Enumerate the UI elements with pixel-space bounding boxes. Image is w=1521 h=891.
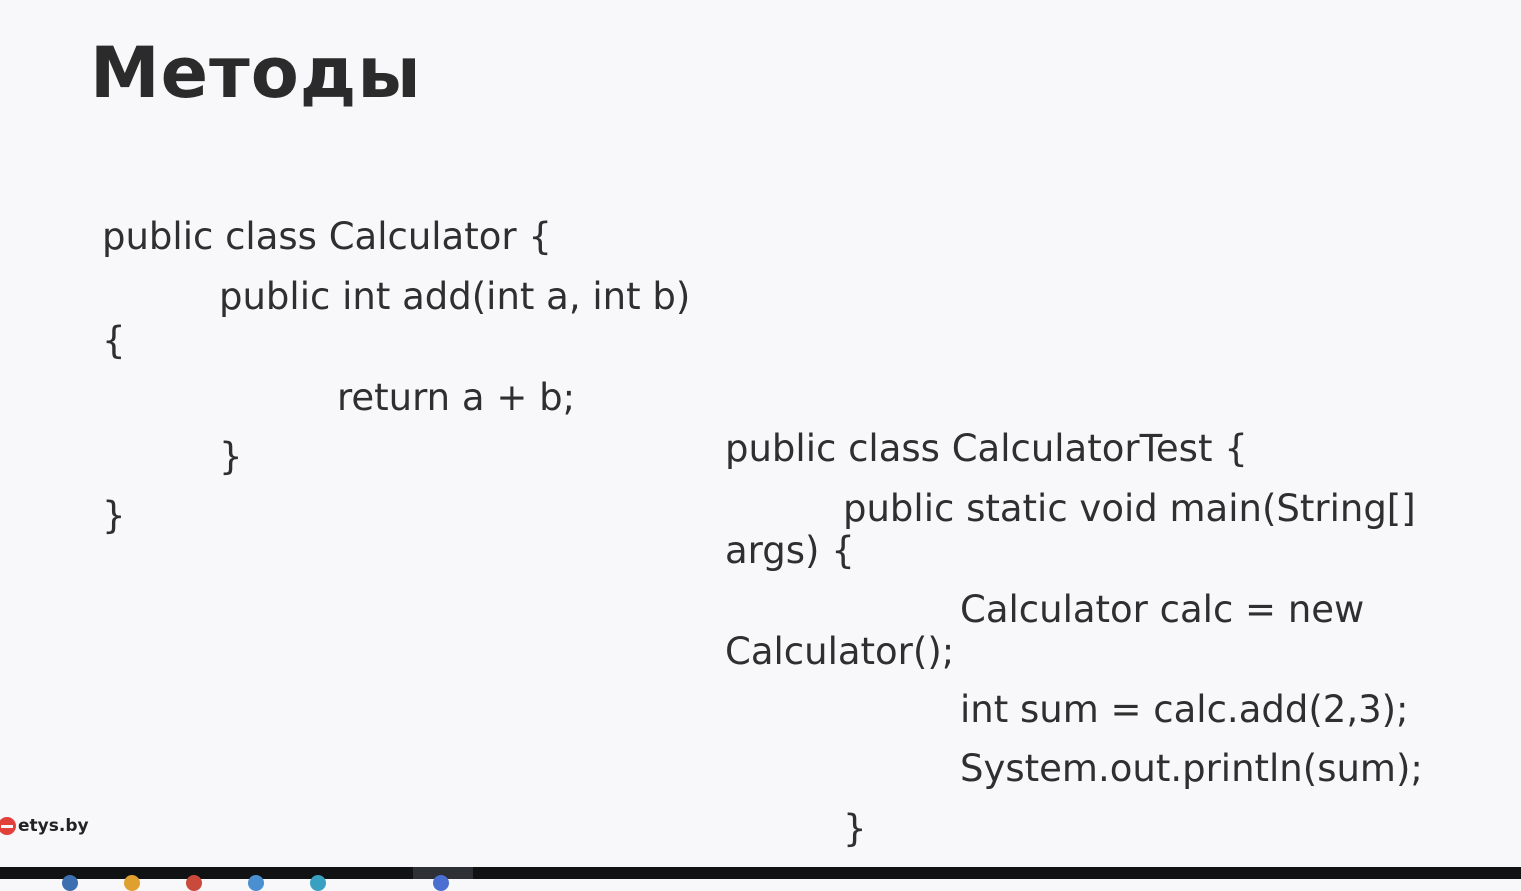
- taskbar-app-icon[interactable]: [62, 875, 78, 891]
- etys-logo-icon: [0, 817, 16, 835]
- code-line: {: [102, 319, 126, 362]
- code-line: return a + b;: [337, 376, 576, 419]
- taskbar-app-icon[interactable]: [124, 875, 140, 891]
- taskbar-app-icon[interactable]: [310, 875, 326, 891]
- code-line: public int add(int a, int b): [219, 275, 691, 318]
- code-line: public static void main(String[]: [843, 487, 1416, 530]
- code-line: int sum = calc.add(2,3);: [960, 688, 1409, 731]
- etys-logo-text: etys.by: [18, 816, 89, 836]
- taskbar-app-icon: [433, 875, 449, 891]
- code-line: }: [843, 807, 867, 850]
- code-line: args) {: [725, 529, 855, 572]
- code-line: }: [219, 435, 243, 478]
- taskbar-active-app[interactable]: [413, 867, 473, 891]
- taskbar: [0, 867, 1521, 891]
- slide-title: Методы: [90, 32, 422, 114]
- code-line: }: [102, 494, 126, 537]
- code-line: public class Calculator {: [102, 215, 552, 258]
- code-line: public class CalculatorTest {: [725, 427, 1248, 470]
- code-line: Calculator calc = new: [960, 588, 1365, 631]
- code-line: System.out.println(sum);: [960, 747, 1423, 790]
- taskbar-app-icon[interactable]: [248, 875, 264, 891]
- etys-logo: etys.by: [0, 813, 89, 839]
- slide: Методы public class Calculator { public …: [0, 0, 1521, 867]
- calculator-test-code-block: public class CalculatorTest { public sta…: [725, 430, 1423, 847]
- calculator-code-block: public class Calculator { public int add…: [102, 218, 690, 534]
- taskbar-app-icon[interactable]: [186, 875, 202, 891]
- code-line: Calculator();: [725, 630, 955, 673]
